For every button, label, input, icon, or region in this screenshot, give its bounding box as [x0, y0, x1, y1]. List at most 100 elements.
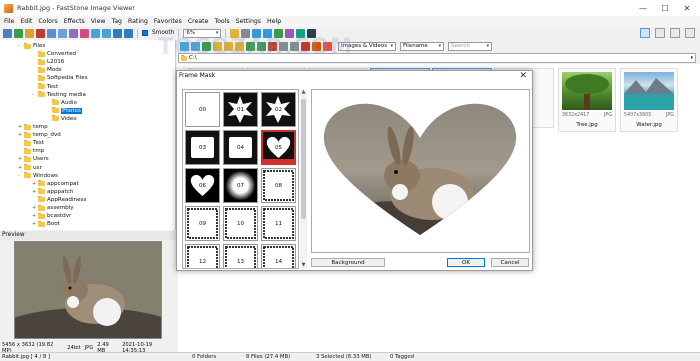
mask-option-14[interactable]: 14 [261, 244, 296, 268]
menu-item-help[interactable]: Help [267, 18, 281, 25]
mask-option-10[interactable]: 10 [223, 206, 258, 241]
tree-item[interactable]: + usr [18, 164, 42, 172]
mask-scrollbar[interactable]: ▲ ▼ [300, 89, 307, 269]
scroll-down-icon[interactable]: ▼ [300, 262, 307, 269]
actual-size-icon[interactable] [124, 28, 133, 38]
tree-item[interactable]: + Users [18, 155, 49, 163]
delete-icon[interactable] [36, 28, 45, 38]
print-icon[interactable] [69, 28, 78, 38]
tree-item[interactable]: + bcastdvr [32, 212, 71, 220]
expand-icon[interactable]: + [18, 165, 23, 171]
address-dropdown-icon[interactable]: ▾ [690, 54, 693, 62]
folder-icon[interactable] [25, 28, 34, 38]
ok-button[interactable]: OK [447, 258, 485, 267]
mask-option-02[interactable]: 02 [261, 92, 296, 127]
mask-option-01[interactable]: 01 [223, 92, 258, 127]
tree-item[interactable]: Softpedia Files [32, 74, 88, 82]
dialog-close-icon[interactable]: ✕ [519, 71, 527, 81]
menu-item-favorites[interactable]: Favorites [154, 18, 182, 25]
expand-icon[interactable]: + [32, 181, 37, 187]
mask-option-06[interactable]: 06 [185, 168, 220, 203]
tree-item[interactable]: Test [32, 83, 58, 91]
tree-item[interactable]: - Testing media [32, 91, 86, 99]
expand-icon[interactable]: + [32, 189, 37, 195]
expand-icon[interactable]: + [18, 156, 23, 162]
menu-item-file[interactable]: File [4, 18, 14, 25]
mask-option-12[interactable]: 12 [185, 244, 220, 268]
expand-icon[interactable]: + [18, 132, 23, 138]
cancel-button[interactable]: Cancel [491, 258, 529, 267]
minimize-button[interactable]: — [632, 0, 654, 16]
scroll-thumb[interactable] [301, 99, 306, 219]
tree-item[interactable]: + temp [18, 123, 48, 131]
menu-item-view[interactable]: View [91, 18, 106, 25]
menu-item-effects[interactable]: Effects [64, 18, 85, 25]
tree-item[interactable]: + Boot [32, 220, 60, 228]
thumbnail-tree[interactable]: 3632x2417 JPG Tree.jpg [558, 68, 616, 132]
menu-item-edit[interactable]: Edit [20, 18, 32, 25]
tree-item[interactable]: - Files [18, 42, 45, 50]
rotate-icon[interactable] [80, 28, 89, 38]
email-icon[interactable] [58, 28, 67, 38]
close-button[interactable]: ✕ [676, 0, 698, 16]
tree-item[interactable]: + apppatch [32, 188, 73, 196]
expand-icon[interactable]: + [18, 124, 23, 130]
acquire-icon[interactable] [14, 28, 23, 38]
view-layout-3-icon[interactable] [670, 28, 680, 38]
sort-select[interactable]: Filename ▾ [400, 41, 444, 51]
expand-icon[interactable]: + [32, 205, 37, 211]
watermark-logo: TOCOZAR.COM [158, 35, 353, 60]
tree-item[interactable]: + appcompat [32, 180, 79, 188]
folder-icon [24, 172, 31, 179]
scroll-up-icon[interactable]: ▲ [300, 89, 307, 96]
tree-item[interactable]: Audio [46, 99, 77, 107]
mask-option-05[interactable]: 05 [261, 130, 296, 165]
menu-item-rating[interactable]: Rating [128, 18, 148, 25]
tree-item[interactable]: L2016 [32, 58, 64, 66]
background-button[interactable]: Background [311, 258, 385, 267]
tree-item[interactable]: AppReadiness [32, 196, 86, 204]
menu-item-tag[interactable]: Tag [111, 18, 121, 25]
menu-item-colors[interactable]: Colors [38, 18, 57, 25]
folder-icon [38, 212, 45, 219]
tree-item[interactable]: Video [46, 115, 77, 123]
collapse-icon[interactable]: - [18, 43, 23, 49]
fit-icon[interactable] [113, 28, 122, 38]
mask-option-13[interactable]: 13 [223, 244, 258, 268]
tree-item[interactable]: Test [18, 139, 44, 147]
zoom-out-icon[interactable] [102, 28, 111, 38]
expand-icon[interactable]: + [32, 221, 37, 227]
mask-option-00[interactable]: 00 [185, 92, 220, 127]
folder-icon [52, 99, 59, 106]
collapse-icon[interactable]: - [18, 173, 23, 179]
save-icon[interactable] [47, 28, 56, 38]
view-layout-2-icon[interactable] [655, 28, 665, 38]
maximize-button[interactable]: ☐ [654, 0, 676, 16]
view-layout-1-icon[interactable] [640, 28, 650, 38]
view-layout-4-icon[interactable] [685, 28, 695, 38]
mask-option-07[interactable]: 07 [223, 168, 258, 203]
search-input[interactable]: Search ▾ [448, 41, 492, 51]
tree-item[interactable]: tmp [18, 147, 44, 155]
expand-icon[interactable]: + [32, 213, 37, 219]
tree-item[interactable]: + assembly [32, 204, 74, 212]
menu-item-settings[interactable]: Settings [236, 18, 261, 25]
zoom-in-icon[interactable] [91, 28, 100, 38]
mask-option-08[interactable]: 08 [261, 168, 296, 203]
tree-item[interactable]: Mods [32, 66, 62, 74]
mask-option-04[interactable]: 04 [223, 130, 258, 165]
open-icon[interactable] [3, 28, 12, 38]
mask-option-09[interactable]: 09 [185, 206, 220, 241]
mask-option-11[interactable]: 11 [261, 206, 296, 241]
mask-option-03[interactable]: 03 [185, 130, 220, 165]
collapse-icon[interactable]: - [32, 92, 37, 98]
tree-item[interactable]: Converted [32, 50, 76, 58]
menu-item-tools[interactable]: Tools [214, 18, 229, 25]
tree-item[interactable]: Photos [46, 107, 82, 115]
menu-item-create[interactable]: Create [188, 18, 209, 25]
tree-item[interactable]: - Windows [18, 172, 58, 180]
thumbnail-water[interactable]: 5407x3605 JPG Water.jpg [620, 68, 678, 132]
smooth-checkbox[interactable] [142, 30, 148, 36]
folder-icon [24, 164, 31, 170]
tree-item[interactable]: + temp_dvd [18, 131, 61, 139]
